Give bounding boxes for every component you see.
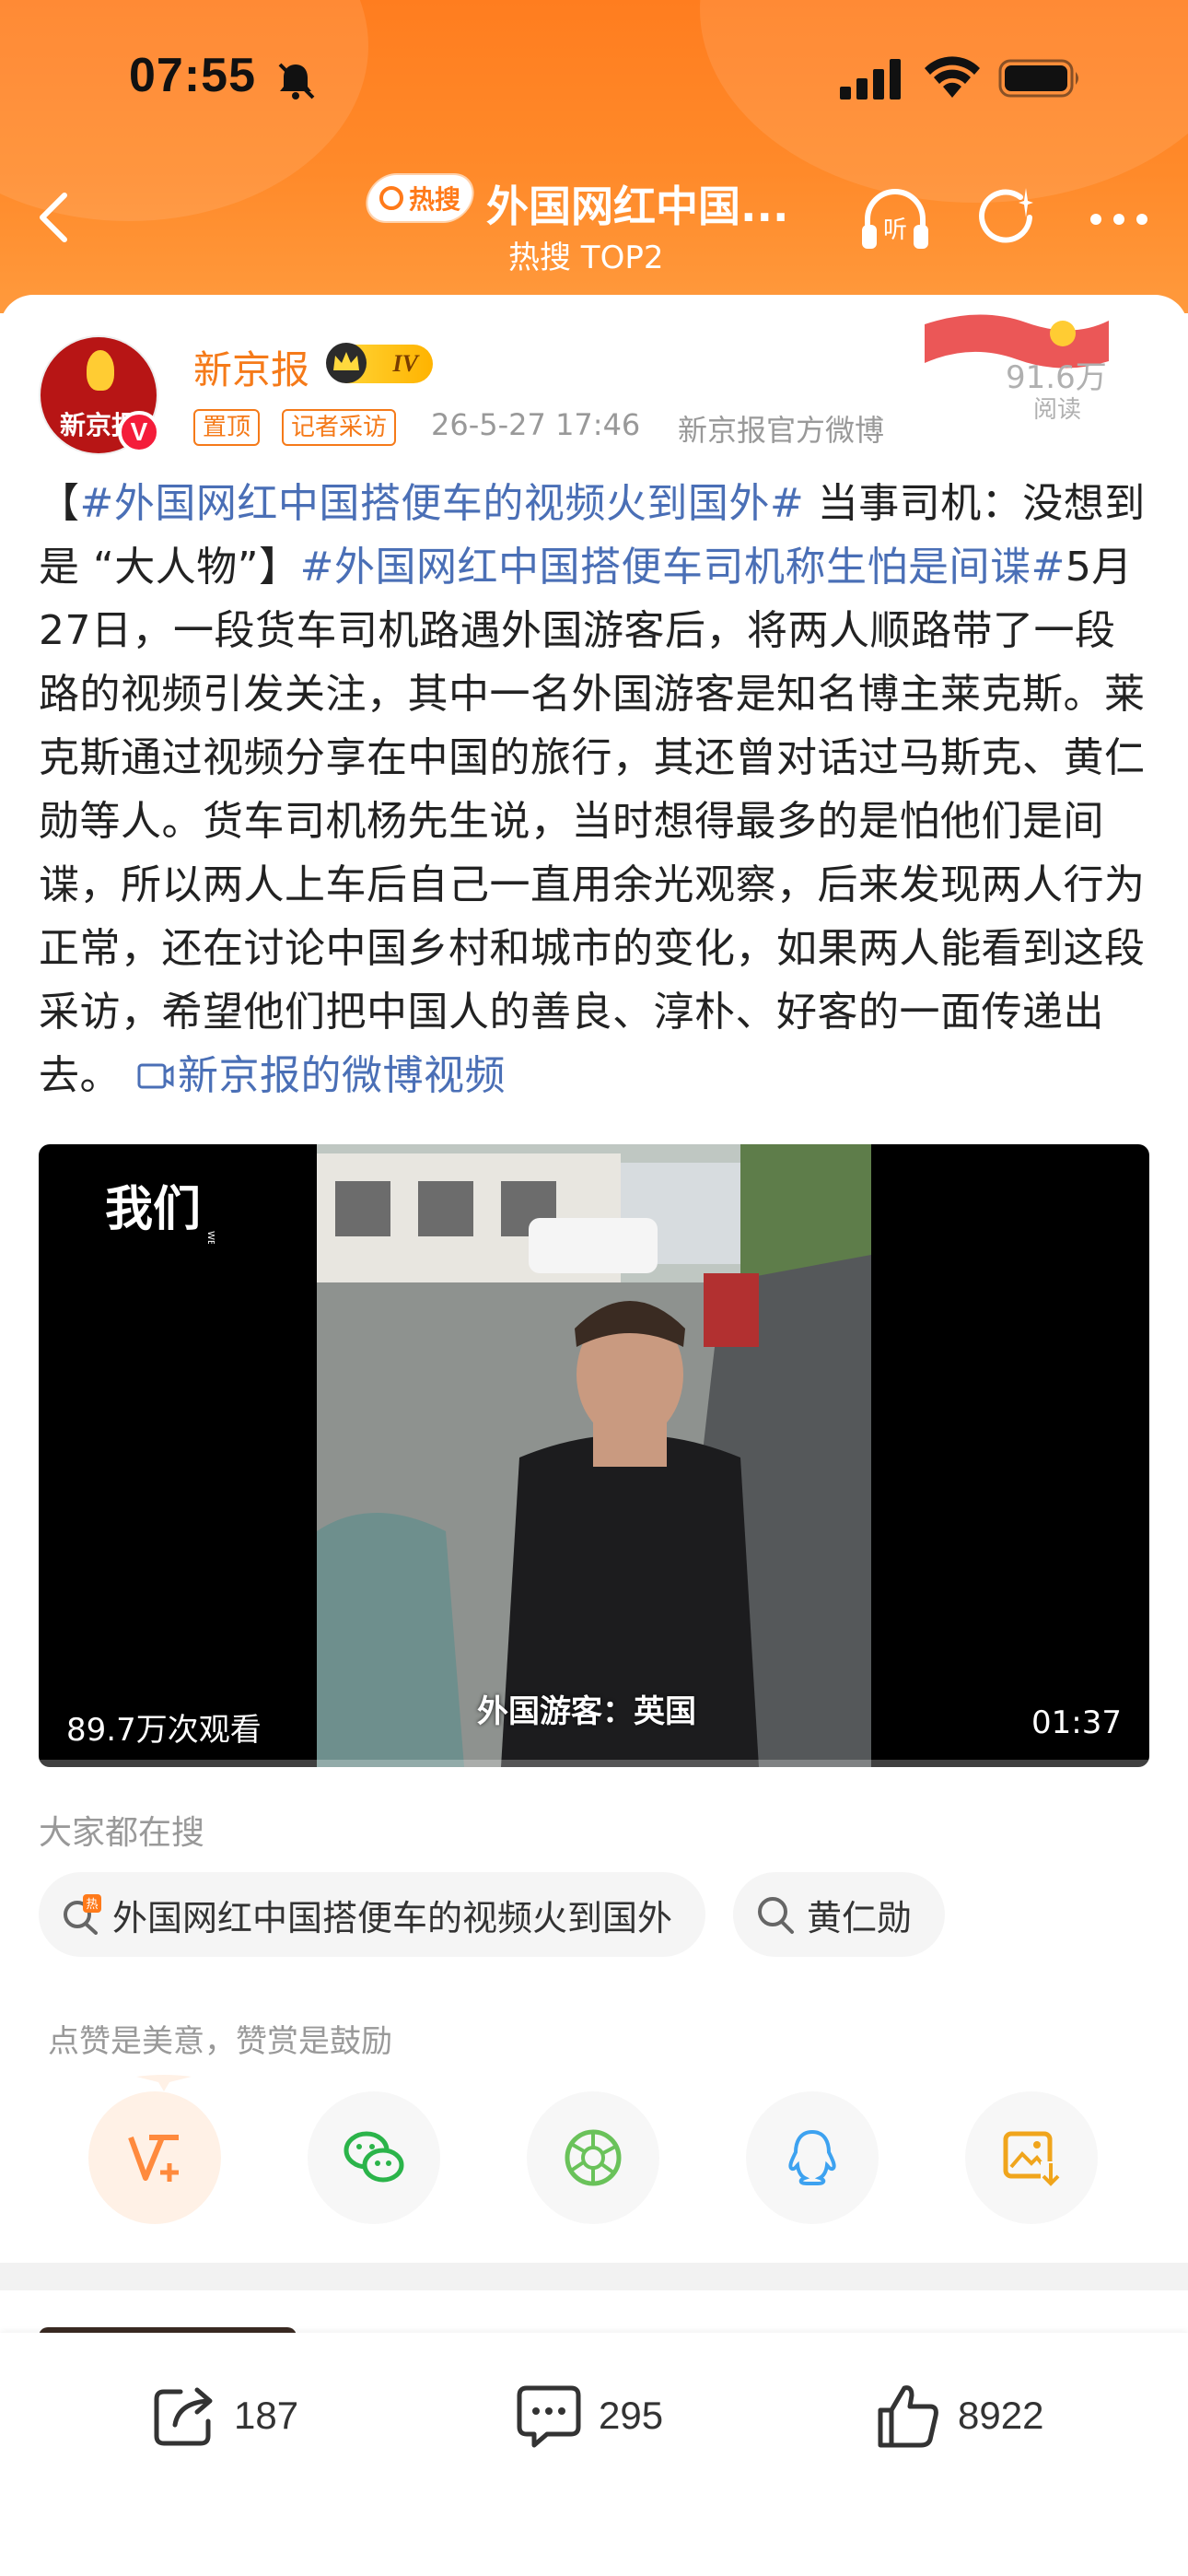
page-subtitle: 热搜 TOP2 [508, 240, 664, 276]
tip-pointer-icon [136, 2075, 192, 2091]
back-arrow-icon[interactable] [26, 181, 77, 254]
video-link-label: 新京报的微博视频 [178, 1052, 506, 1099]
repost-icon [154, 2387, 213, 2446]
status-bar: 07:55 [0, 0, 1188, 157]
level-label: IV [392, 350, 418, 377]
topic-link[interactable]: #外国网红中国搭便车的视频火到国外# [80, 480, 805, 527]
related-search-label: 黄仁勋 [807, 1897, 913, 1938]
svg-text:听: 听 [883, 217, 907, 244]
like-count: 8922 [958, 2394, 1044, 2437]
wechat-icon [344, 2131, 404, 2183]
reward-v-plus-icon [128, 2135, 179, 2182]
related-search-chip[interactable]: 热 外国网红中国搭便车的视频火到国外 [39, 1872, 706, 1957]
verified-badge: V [118, 411, 160, 453]
related-search-label: 外国网红中国搭便车的视频火到国外 [112, 1897, 673, 1938]
author-name[interactable]: 新京报 [193, 339, 309, 395]
thumbs-up-icon [878, 2385, 938, 2448]
search-icon [379, 186, 403, 210]
video-subtitle: 外国游客：英国 [477, 1693, 696, 1730]
video-frame-image [317, 1144, 871, 1767]
refresh-icon[interactable] [974, 184, 1041, 251]
reward-tip: 点赞是美意，赞赏是鼓励 [48, 2023, 392, 2060]
comment-count: 295 [599, 2394, 664, 2437]
svg-text:我们: 我们 [105, 1182, 201, 1237]
repost-count: 187 [234, 2394, 299, 2437]
cellular-signal-icon [840, 59, 901, 100]
level-badge: IV [326, 343, 433, 383]
qq-icon [788, 2129, 836, 2185]
top-header: 07:55 热搜 外国网红中国... 热搜 TOP2 听 [0, 0, 1188, 313]
hot-search-badge: 热搜 [363, 175, 477, 221]
video-source-link[interactable]: 新京报的微博视频 [121, 1052, 506, 1099]
video-player[interactable]: 我们 WEVIDEO 外国游客：英国 89.7万次观看 01:37 [39, 1144, 1149, 1767]
repost-button[interactable]: 187 [147, 2379, 298, 2453]
reporter-interview-tag: 记者采访 [282, 409, 397, 446]
crown-icon [326, 343, 367, 383]
comment-button[interactable]: 295 [512, 2379, 663, 2453]
reward-button[interactable] [88, 2091, 221, 2224]
video-progress-bar[interactable] [39, 1760, 1149, 1767]
pinned-tag: 置顶 [193, 409, 261, 446]
moments-icon [565, 2129, 622, 2186]
hot-search-icon: 热 [64, 1894, 101, 1935]
like-button[interactable]: 8922 [871, 2379, 1043, 2453]
wifi-icon [925, 56, 980, 98]
hot-search-badge-label: 热搜 [408, 184, 460, 215]
post-paragraph: 5月27日，一段货车司机路遇外国游客后，将两人顺路带了一段路的视频引发关注，其中… [39, 544, 1146, 1099]
svg-text:WEVIDEO: WEVIDEO [205, 1231, 215, 1244]
listen-headphones-icon[interactable]: 听 [856, 181, 934, 258]
search-icon [758, 1897, 794, 1934]
video-link-icon [137, 1063, 174, 1089]
save-image-icon [1003, 2131, 1061, 2187]
wevideo-logo-icon: 我们 WEVIDEO [105, 1182, 215, 1244]
svg-text:热: 热 [86, 1898, 98, 1912]
video-duration: 01:37 [1031, 1704, 1122, 1741]
battery-icon [998, 59, 1078, 98]
save-image-button[interactable] [965, 2091, 1098, 2224]
section-divider [0, 2263, 1188, 2290]
nav-title-area[interactable]: 热搜 外国网红中国... 热搜 TOP2 [359, 166, 838, 276]
post-time: 26-5-27 17:46 [431, 407, 641, 442]
read-label: 阅读 [1033, 396, 1082, 424]
share-moments-button[interactable] [527, 2091, 659, 2224]
share-qq-button[interactable] [746, 2091, 879, 2224]
video-view-count: 89.7万次观看 [66, 1712, 262, 1749]
topic-link[interactable]: #外国网红中国搭便车司机称生怕是间谍# [300, 544, 1066, 591]
page-title: 外国网红中国... [486, 181, 789, 231]
post-body: 【#外国网红中国搭便车的视频火到国外# 当事司机：没想到是 “大人物”】#外国网… [39, 472, 1153, 1107]
bell-muted-icon [278, 63, 315, 100]
bracket-open: 【 [39, 480, 80, 527]
read-count-area: 91.6万 阅读 [917, 300, 1138, 439]
related-search-title: 大家都在搜 [39, 1814, 205, 1852]
comment-icon [517, 2385, 581, 2448]
flame-logo-icon [87, 350, 114, 391]
share-wechat-button[interactable] [308, 2091, 440, 2224]
more-options-icon[interactable] [1087, 208, 1151, 230]
post-source: 新京报官方微博 [678, 413, 885, 448]
post-card: 新京报 V 新京报 IV 置顶 记者采访 26-5-27 17:46 新京报官方… [0, 295, 1188, 2266]
status-time: 07:55 [129, 49, 256, 102]
bottom-action-bar: 187 295 8922 [0, 2333, 1188, 2576]
related-search-chip[interactable]: 黄仁勋 [733, 1872, 946, 1957]
